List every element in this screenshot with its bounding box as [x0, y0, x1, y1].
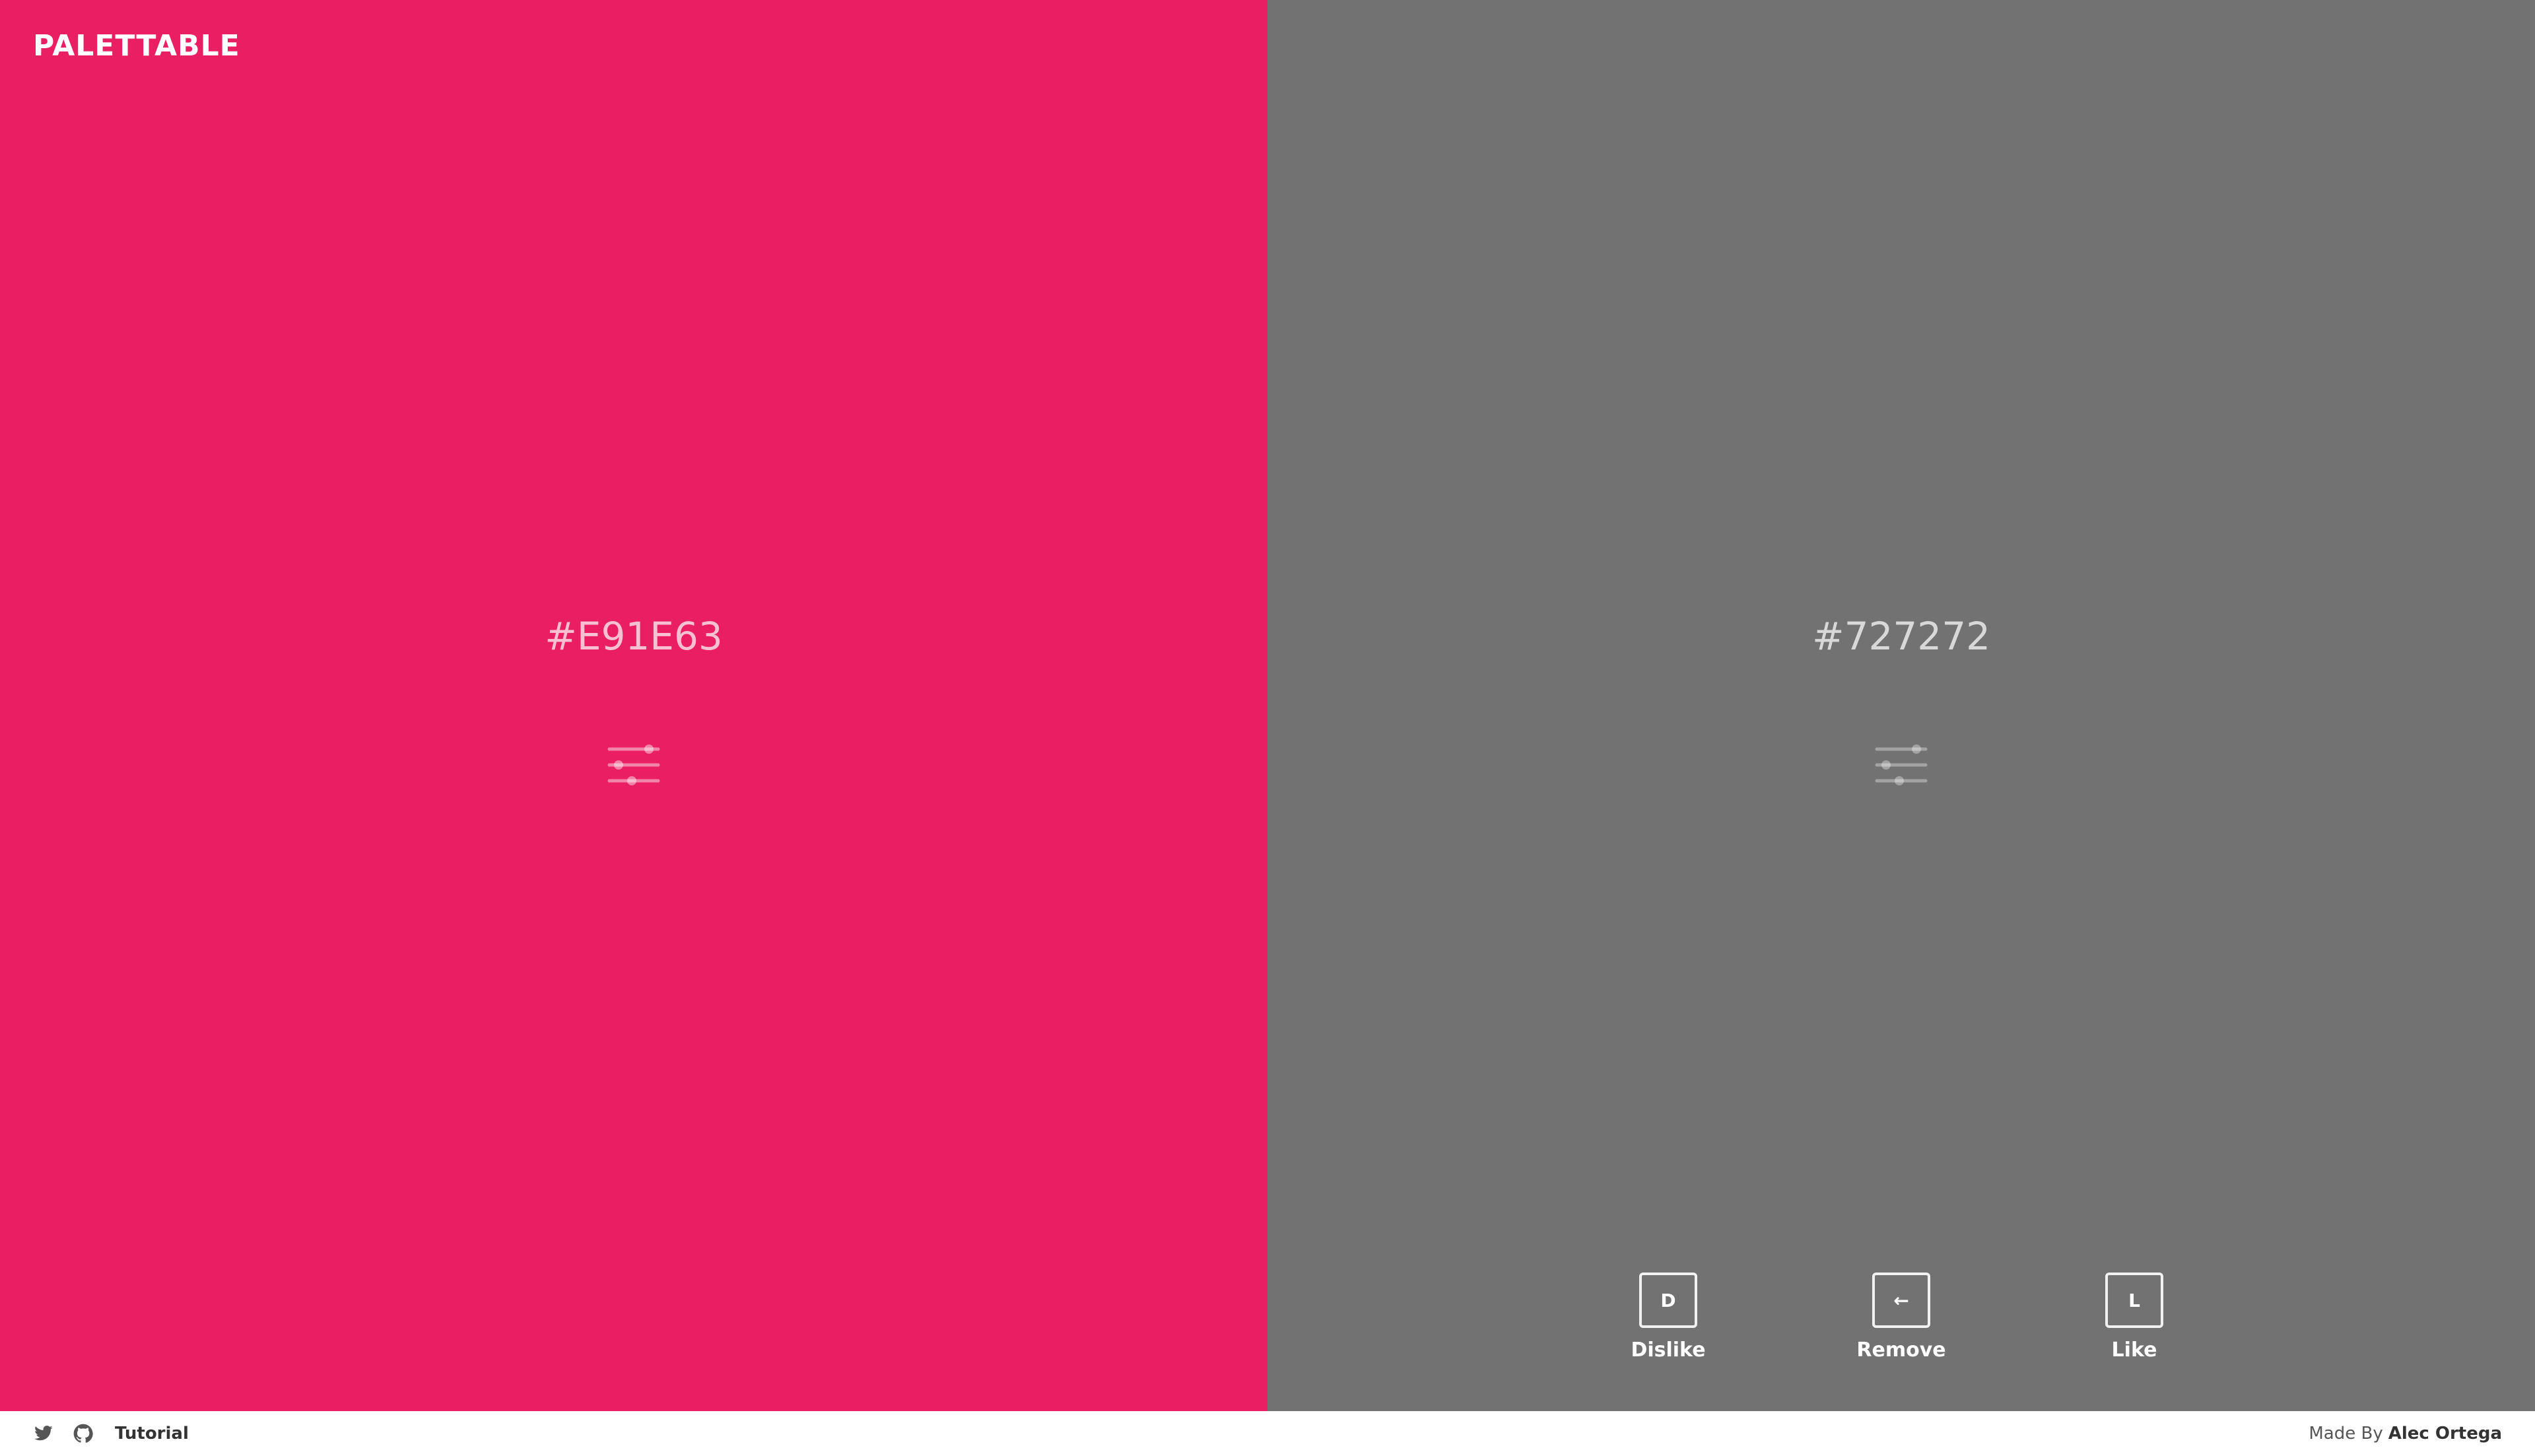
remove-label: Remove: [1856, 1339, 1946, 1362]
tutorial-link[interactable]: Tutorial: [115, 1424, 189, 1443]
palette-swatches: #E91E63 #727272 D Dislike ← Remove L Lik…: [0, 0, 2535, 1411]
dislike-label: Dislike: [1631, 1339, 1706, 1362]
author-link[interactable]: Alec Ortega: [2388, 1424, 2502, 1443]
remove-button[interactable]: ← Remove: [1835, 1273, 1967, 1362]
color-swatch-2[interactable]: #727272 D Dislike ← Remove L Like: [1268, 0, 2535, 1411]
action-bar: D Dislike ← Remove L Like: [1268, 1273, 2535, 1365]
footer: Tutorial Made By Alec Ortega: [0, 1411, 2535, 1456]
github-icon[interactable]: [73, 1423, 94, 1444]
color-hex-1[interactable]: #E91E63: [0, 614, 1268, 659]
remove-key: ←: [1872, 1273, 1930, 1328]
made-by: Made By Alec Ortega: [2309, 1411, 2502, 1456]
app-root: #E91E63 #727272 D Dislike ← Remove L Lik…: [0, 0, 2535, 1456]
sliders-icon: [607, 743, 661, 787]
made-by-prefix: Made By: [2309, 1424, 2383, 1443]
dislike-button[interactable]: D Dislike: [1602, 1273, 1734, 1362]
dislike-key: D: [1639, 1273, 1697, 1328]
footer-links: Tutorial: [33, 1411, 189, 1456]
color-swatch-1[interactable]: #E91E63: [0, 0, 1268, 1411]
like-button[interactable]: L Like: [2068, 1273, 2200, 1362]
like-label: Like: [2111, 1339, 2157, 1362]
color-hex-2[interactable]: #727272: [1268, 614, 2535, 659]
sliders-icon: [1874, 743, 1928, 787]
like-key: L: [2105, 1273, 2163, 1328]
adjust-color-1-button[interactable]: [607, 743, 661, 787]
twitter-icon[interactable]: [33, 1423, 54, 1444]
adjust-color-2-button[interactable]: [1874, 743, 1928, 787]
app-logo[interactable]: PALETTABLE: [33, 29, 240, 63]
